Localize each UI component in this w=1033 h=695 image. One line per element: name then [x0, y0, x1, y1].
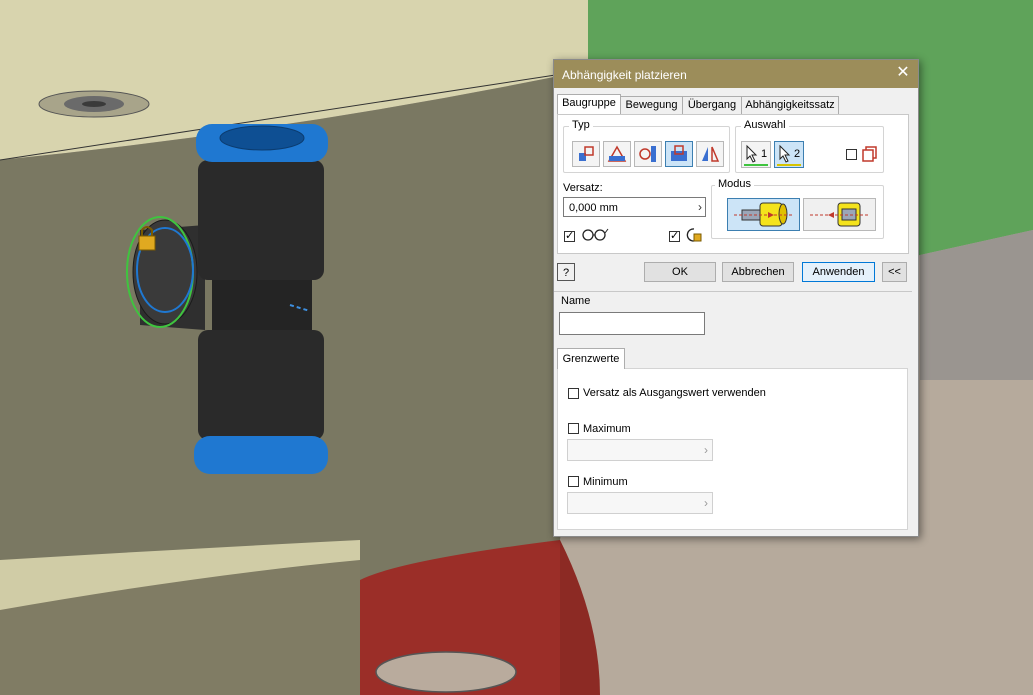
chevron-right-icon[interactable]: ›	[698, 200, 702, 214]
collapse-button[interactable]: <<	[882, 262, 907, 282]
versatz-label: Versatz:	[563, 182, 603, 194]
angle-icon	[607, 145, 627, 162]
mate-type-button[interactable]	[572, 141, 600, 167]
aligned-mode-button[interactable]	[803, 198, 876, 231]
maximum-checkbox[interactable]	[568, 423, 579, 434]
fitting-body-upper	[198, 160, 324, 280]
fitting-body-lower	[198, 330, 324, 440]
aligned-mode-icon	[810, 202, 868, 227]
minimum-checkbox[interactable]	[568, 476, 579, 487]
cursor-icon	[779, 144, 791, 163]
maximum-label: Maximum	[583, 423, 631, 435]
minimum-input[interactable]: ›	[567, 492, 713, 514]
first-occurrence-checkbox[interactable]	[846, 149, 857, 160]
grey-plate-right[interactable]	[920, 230, 1033, 380]
modus-label: Modus	[715, 178, 755, 190]
selection-2-label: 2	[794, 148, 801, 160]
tab-abhaengigkeitssatz[interactable]: Abhängigkeitssatz	[741, 96, 839, 114]
show-preview-checkbox[interactable]	[564, 229, 575, 242]
chevron-right-icon[interactable]: ›	[704, 496, 708, 510]
versatz-ausgang-checkbox[interactable]	[568, 388, 579, 399]
tab-bewegung[interactable]: Bewegung	[620, 96, 683, 114]
typ-group: Typ	[563, 119, 730, 173]
name-label: Name	[561, 295, 591, 307]
lock-icon	[138, 235, 156, 251]
dialog-title: Abhängigkeit platzieren	[562, 68, 687, 82]
name-input[interactable]	[559, 312, 705, 335]
selection-1-color-bar	[744, 164, 768, 166]
dialog-titlebar[interactable]: Abhängigkeit platzieren ✕	[554, 60, 918, 88]
top-collet-opening	[219, 125, 305, 151]
close-icon[interactable]: ✕	[894, 64, 912, 82]
anwenden-button[interactable]: Anwenden	[802, 262, 875, 282]
tab-baugruppe[interactable]: Baugruppe	[557, 94, 621, 114]
grenzwerte-panel: Versatz als Ausgangswert verwenden Maxim…	[557, 368, 908, 530]
opposed-mode-icon	[734, 202, 792, 227]
mate-icon	[579, 146, 594, 161]
typ-label: Typ	[569, 119, 593, 131]
modus-group: Modus	[711, 178, 884, 239]
symmetry-icon	[702, 146, 720, 162]
selection-2-button[interactable]: 2	[774, 141, 804, 168]
angle-type-button[interactable]	[603, 141, 631, 167]
screw-socket	[82, 101, 106, 107]
abbrechen-button[interactable]: Abbrechen	[722, 262, 794, 282]
tab-uebergang[interactable]: Übergang	[682, 96, 742, 114]
insert-type-button[interactable]	[665, 141, 693, 167]
selection-2-color-bar	[777, 164, 801, 166]
symmetry-type-button[interactable]	[696, 141, 724, 167]
versatz-value: 0,000 mm	[569, 202, 618, 214]
minimum-label: Minimum	[583, 476, 628, 488]
auswahl-label: Auswahl	[741, 119, 789, 131]
predict-offset-icon	[686, 228, 702, 242]
auswahl-group: Auswahl 1 2	[735, 119, 884, 173]
tab-panel-baugruppe: Typ Auswahl 1 2 Versatz: 0,000 mm › ✓ ✓ …	[557, 114, 909, 254]
tangent-type-button[interactable]	[634, 141, 662, 167]
selection-1-label: 1	[761, 148, 768, 160]
chevron-right-icon[interactable]: ›	[704, 443, 708, 457]
opposed-mode-button[interactable]	[727, 198, 800, 231]
insert-icon	[671, 145, 687, 161]
cursor-icon	[746, 144, 758, 163]
glasses-icon	[582, 228, 609, 241]
versatz-input[interactable]: 0,000 mm ›	[563, 197, 706, 217]
predict-offset-checkbox[interactable]	[669, 229, 680, 242]
maximum-input[interactable]: ›	[567, 439, 713, 461]
place-constraint-dialog: Abhängigkeit platzieren ✕ Baugruppe Bewe…	[553, 59, 919, 537]
divider	[554, 291, 912, 292]
bottom-collet-ring[interactable]	[194, 436, 328, 474]
help-icon: ?	[562, 267, 570, 279]
versatz-ausgang-label: Versatz als Ausgangswert verwenden	[583, 387, 766, 399]
help-button[interactable]: ?	[557, 263, 575, 281]
ok-button[interactable]: OK	[644, 262, 716, 282]
red-plate-hole[interactable]	[375, 651, 517, 693]
tangent-icon	[639, 146, 656, 162]
tab-grenzwerte[interactable]: Grenzwerte	[557, 348, 625, 369]
selection-1-button[interactable]: 1	[741, 141, 771, 168]
pick-part-first-icon	[862, 146, 877, 162]
